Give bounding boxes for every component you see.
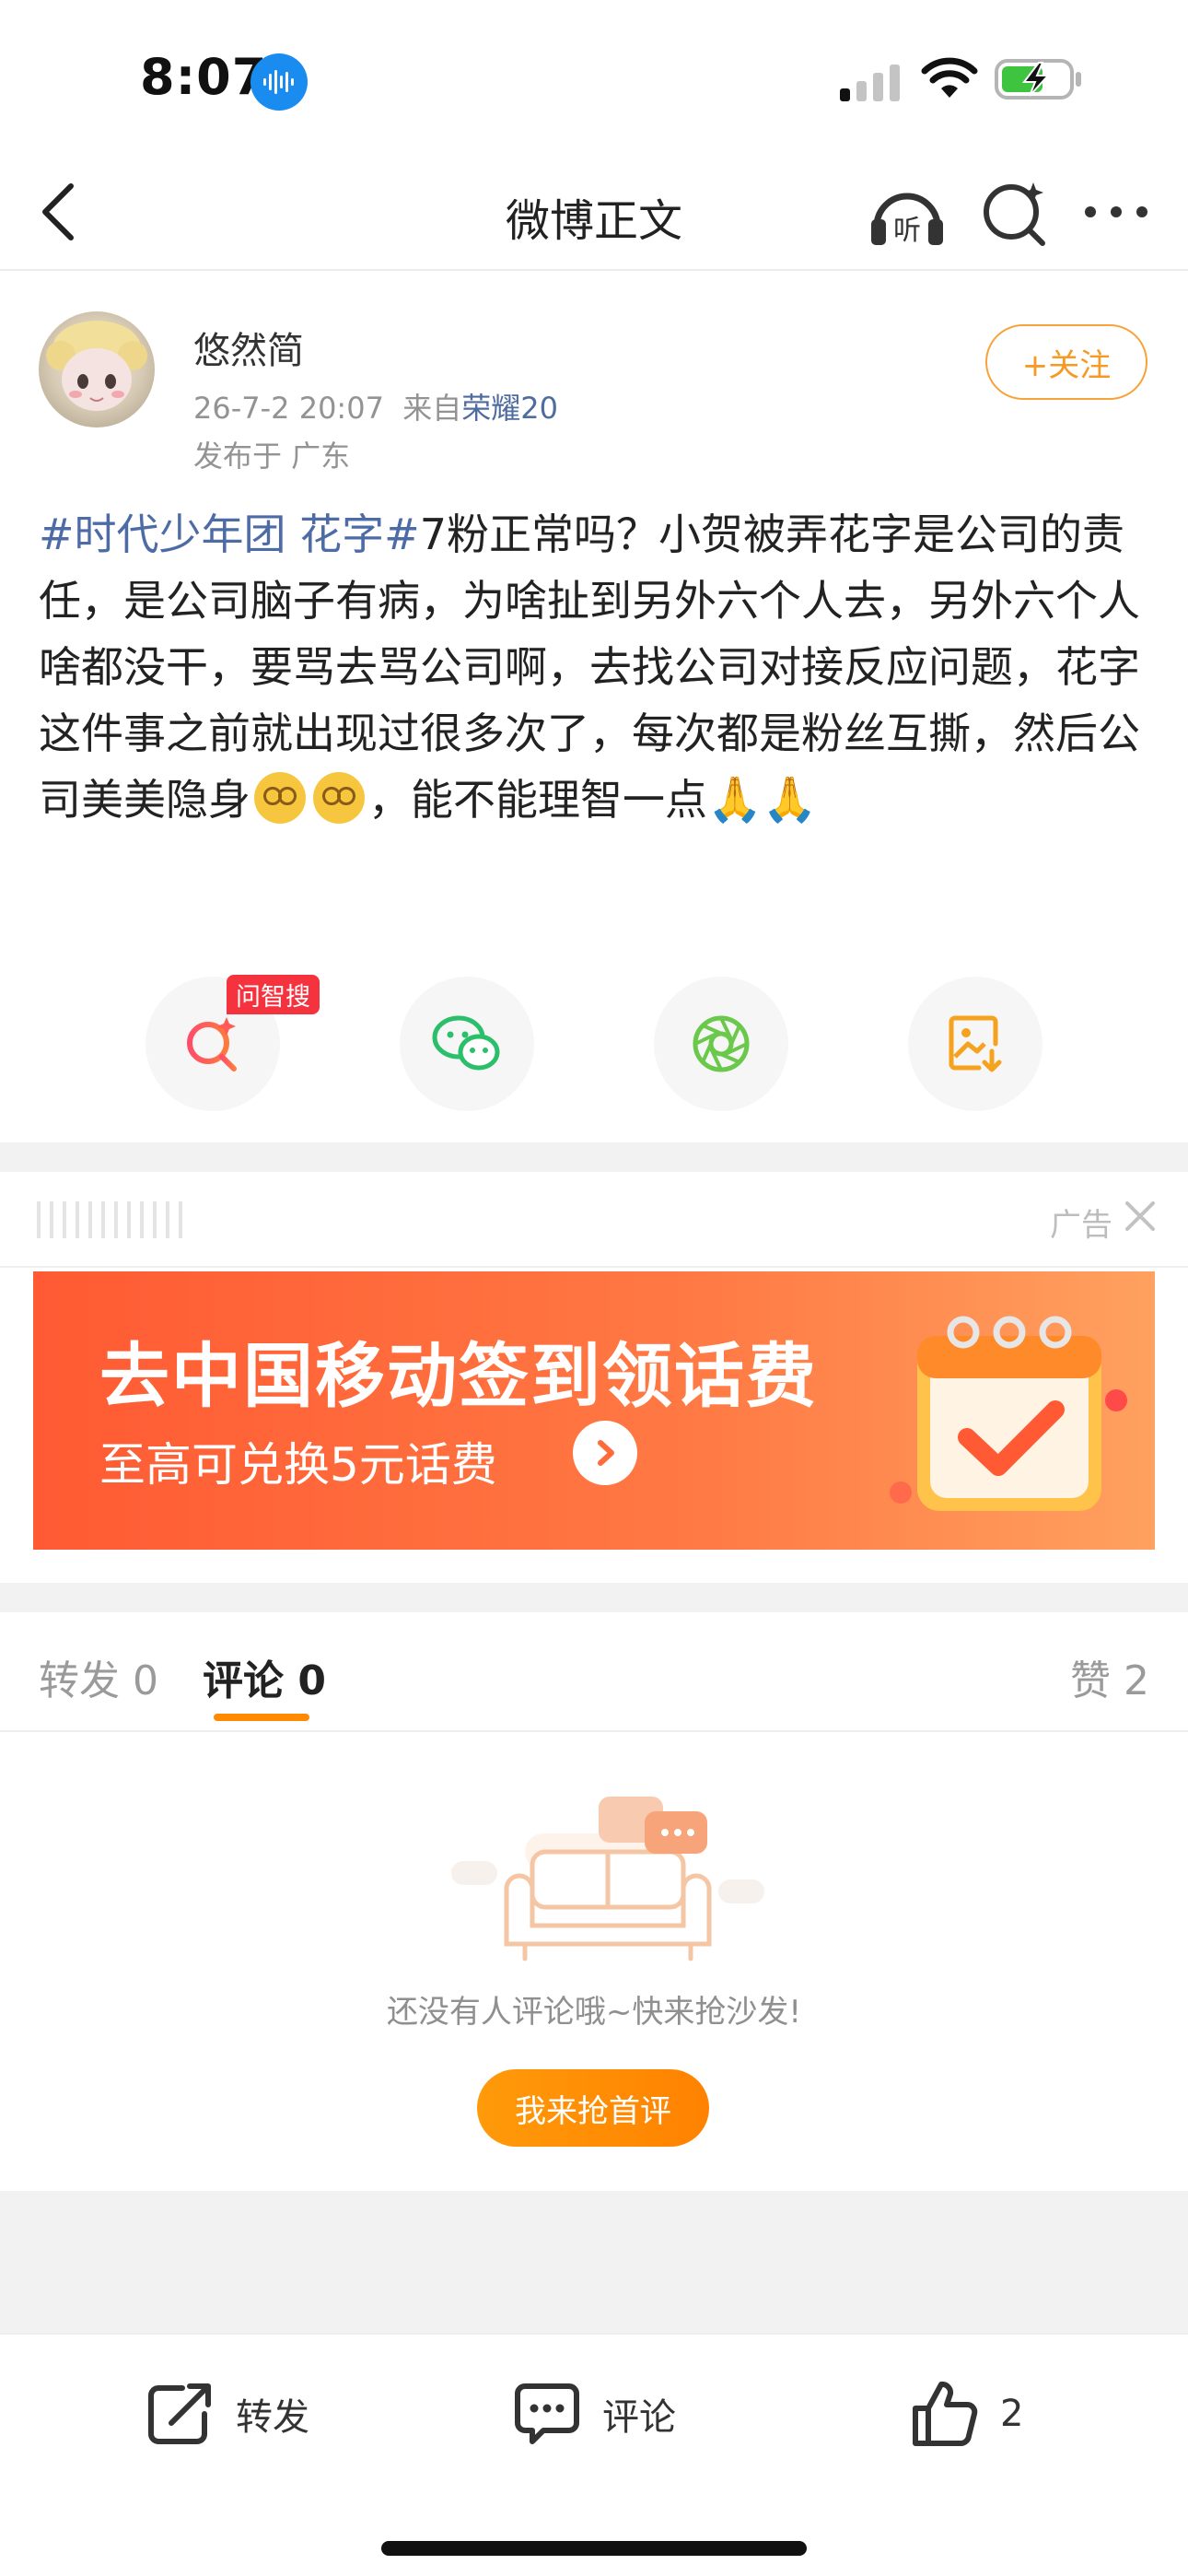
save-image-icon (949, 1015, 1002, 1072)
search-button[interactable] (978, 177, 1052, 251)
empty-sofa-illustration (451, 1797, 764, 1961)
dizzy-face-emoji (254, 772, 306, 824)
source-prefix: 来自 (402, 391, 462, 426)
cellular-signal-icon (840, 64, 900, 101)
folded-hands-emoji: 🙏 (707, 774, 763, 825)
post-meta: 26-7-2 20:07 来自荣耀20 (193, 385, 558, 427)
wechat-icon (432, 1015, 500, 1071)
post-text-tail: ，能不能理智一点 (368, 775, 707, 825)
more-options-button[interactable] (1079, 184, 1153, 240)
wifi-icon (921, 57, 978, 98)
ad-arrow-icon (573, 1421, 637, 1485)
comment-button[interactable]: 评论 (512, 2377, 676, 2451)
author-avatar[interactable] (39, 311, 155, 427)
tab-repost[interactable]: 转发 0 (39, 1647, 158, 1706)
moments-icon (693, 1015, 750, 1072)
ad-banner[interactable]: 去中国移动签到领话费 至高可兑换5元话费 (33, 1271, 1155, 1550)
tab-comment[interactable]: 评论 0 (203, 1647, 326, 1706)
active-tab-indicator (214, 1714, 309, 1721)
ask-search-icon (187, 1017, 237, 1071)
repost-label: 转发 (236, 2396, 309, 2439)
comment-icon (515, 2383, 579, 2444)
ad-header: 广告 (0, 1172, 1188, 1268)
top-nav-bar: 微博正文 听 (0, 157, 1188, 271)
post-date: 26-7-2 20:07 (193, 391, 384, 426)
ad-close-icon[interactable] (1120, 1196, 1160, 1236)
like-count: 2 (1000, 2393, 1024, 2435)
dizzy-face-emoji (313, 772, 365, 824)
voice-activity-icon (250, 53, 308, 111)
comment-label: 评论 (602, 2396, 676, 2439)
battery-charging-icon (995, 59, 1081, 100)
repost-button[interactable]: 转发 (146, 2377, 309, 2451)
section-divider (0, 1142, 1188, 1172)
repost-icon (148, 2383, 211, 2444)
save-image-button[interactable] (908, 977, 1042, 1111)
home-indicator (381, 2541, 807, 2556)
folded-hands-emoji: 🙏 (762, 774, 818, 825)
moments-share-button[interactable] (654, 977, 788, 1111)
bottom-spacer (0, 2191, 1188, 2333)
ask-search-badge: 问智搜 (227, 975, 320, 1014)
interaction-tabs: 转发 0 评论 0 赞 2 (0, 1612, 1188, 1732)
post-location: 发布于 广东 (193, 439, 351, 474)
thumbs-up-icon (913, 2381, 978, 2446)
status-bar: 8:07 (0, 0, 1188, 157)
section-divider (0, 1583, 1188, 1612)
ad-title: 去中国移动签到领话费 (99, 1335, 818, 1417)
tab-like[interactable]: 赞 2 (1070, 1647, 1149, 1706)
bottom-action-bar: 转发 评论 2 (0, 2333, 1188, 2576)
topic-link[interactable]: #时代少年团 花字# (39, 509, 420, 559)
author-name[interactable]: 悠然简 (193, 321, 304, 374)
ad-subtitle: 至高可兑换5元话费 (99, 1438, 497, 1492)
listen-button[interactable]: 听 (868, 175, 947, 254)
post-content: #时代少年团 花字#7粉正常吗？小贺被弄花字是公司的责任，是公司脑子有病，为啥扯… (39, 501, 1153, 833)
first-comment-button[interactable]: 我来抢首评 (477, 2069, 709, 2147)
like-button[interactable]: 2 (910, 2377, 1023, 2451)
avatar-image (46, 321, 147, 411)
calendar-check-icon (890, 1316, 1127, 1511)
listen-icon-glyph: 听 (893, 215, 921, 247)
ad-label: 广告 (1050, 1207, 1112, 1244)
post-device[interactable]: 荣耀20 (461, 391, 558, 426)
ad-source-placeholder (37, 1201, 184, 1238)
status-time: 8:07 (140, 48, 268, 106)
wechat-share-button[interactable] (400, 977, 534, 1111)
empty-comments-text: 还没有人评论哦~快来抢沙发! (386, 1994, 802, 2031)
follow-button[interactable]: +关注 (985, 324, 1147, 400)
